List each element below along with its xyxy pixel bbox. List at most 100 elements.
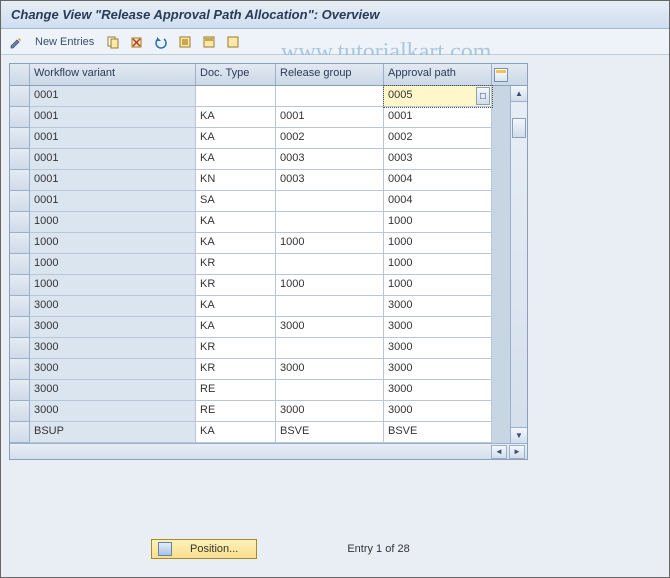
select-block-icon[interactable]: [200, 33, 218, 51]
row-selector[interactable]: [10, 317, 30, 338]
cell-release-group[interactable]: 0003: [276, 149, 384, 170]
cell-release-group[interactable]: BSVE: [276, 422, 384, 443]
cell-doc-type[interactable]: KR: [196, 275, 276, 296]
cell-workflow-variant[interactable]: 0001: [30, 170, 196, 191]
row-selector[interactable]: [10, 254, 30, 275]
cell-approval-path[interactable]: 1000: [384, 254, 492, 275]
cell-workflow-variant[interactable]: 0001: [30, 149, 196, 170]
cell-workflow-variant[interactable]: 3000: [30, 317, 196, 338]
row-selector[interactable]: [10, 170, 30, 191]
cell-approval-path[interactable]: 1000: [384, 233, 492, 254]
col-header-approval-path[interactable]: Approval path: [384, 64, 492, 85]
cell-release-group[interactable]: [276, 338, 384, 359]
cell-approval-path[interactable]: 3000: [384, 317, 492, 338]
row-selector[interactable]: [10, 107, 30, 128]
cell-release-group[interactable]: [276, 380, 384, 401]
cell-release-group[interactable]: 0003: [276, 170, 384, 191]
cell-workflow-variant[interactable]: 3000: [30, 401, 196, 422]
cell-doc-type[interactable]: KA: [196, 317, 276, 338]
position-button[interactable]: Position...: [151, 539, 257, 559]
cell-doc-type[interactable]: RE: [196, 401, 276, 422]
scroll-down-button[interactable]: ▼: [511, 427, 527, 443]
cell-doc-type[interactable]: KA: [196, 128, 276, 149]
cell-approval-path[interactable]: 3000: [384, 401, 492, 422]
row-selector[interactable]: [10, 233, 30, 254]
col-header-doc-type[interactable]: Doc. Type: [196, 64, 276, 85]
cell-release-group[interactable]: [276, 296, 384, 317]
cell-doc-type[interactable]: KA: [196, 107, 276, 128]
row-selector[interactable]: [10, 296, 30, 317]
scroll-up-button[interactable]: ▲: [511, 86, 527, 102]
row-selector[interactable]: [10, 191, 30, 212]
cell-doc-type[interactable]: [196, 86, 276, 107]
cell-release-group[interactable]: 3000: [276, 359, 384, 380]
configure-columns-button[interactable]: [492, 64, 509, 85]
row-selector[interactable]: [10, 149, 30, 170]
cell-approval-path[interactable]: BSVE: [384, 422, 492, 443]
cell-approval-path[interactable]: 0005☐: [384, 86, 492, 107]
cell-doc-type[interactable]: KR: [196, 254, 276, 275]
cell-approval-path[interactable]: 0002: [384, 128, 492, 149]
row-selector[interactable]: [10, 422, 30, 443]
cell-doc-type[interactable]: KA: [196, 422, 276, 443]
cell-workflow-variant[interactable]: 0001: [30, 86, 196, 107]
cell-release-group[interactable]: 0001: [276, 107, 384, 128]
cell-workflow-variant[interactable]: 1000: [30, 212, 196, 233]
copy-as-icon[interactable]: [104, 33, 122, 51]
row-selector[interactable]: [10, 359, 30, 380]
undo-icon[interactable]: [152, 33, 170, 51]
cell-workflow-variant[interactable]: 1000: [30, 275, 196, 296]
cell-workflow-variant[interactable]: 0001: [30, 128, 196, 149]
cell-approval-path[interactable]: 3000: [384, 380, 492, 401]
row-selector[interactable]: [10, 338, 30, 359]
scroll-left-button[interactable]: ◄: [491, 445, 507, 459]
cell-doc-type[interactable]: KR: [196, 338, 276, 359]
cell-release-group[interactable]: 3000: [276, 317, 384, 338]
cell-release-group[interactable]: 3000: [276, 401, 384, 422]
cell-doc-type[interactable]: KA: [196, 233, 276, 254]
cell-doc-type[interactable]: RE: [196, 380, 276, 401]
delete-icon[interactable]: [128, 33, 146, 51]
cell-doc-type[interactable]: KN: [196, 170, 276, 191]
cell-approval-path[interactable]: 3000: [384, 359, 492, 380]
col-header-release-group[interactable]: Release group: [276, 64, 384, 85]
cell-approval-path[interactable]: 3000: [384, 296, 492, 317]
deselect-all-icon[interactable]: [224, 33, 242, 51]
row-selector[interactable]: [10, 275, 30, 296]
cell-workflow-variant[interactable]: 0001: [30, 191, 196, 212]
cell-approval-path[interactable]: 0004: [384, 170, 492, 191]
row-selector[interactable]: [10, 128, 30, 149]
row-selector-header[interactable]: [10, 64, 30, 85]
cell-workflow-variant[interactable]: 3000: [30, 380, 196, 401]
scroll-thumb[interactable]: [512, 118, 526, 138]
cell-doc-type[interactable]: SA: [196, 191, 276, 212]
col-header-workflow-variant[interactable]: Workflow variant: [30, 64, 196, 85]
cell-release-group[interactable]: 1000: [276, 275, 384, 296]
row-selector[interactable]: [10, 380, 30, 401]
cell-workflow-variant[interactable]: 3000: [30, 359, 196, 380]
cell-approval-path[interactable]: 3000: [384, 338, 492, 359]
cell-approval-path[interactable]: 1000: [384, 212, 492, 233]
cell-release-group[interactable]: [276, 254, 384, 275]
cell-approval-path[interactable]: 0004: [384, 191, 492, 212]
toggle-display-change-icon[interactable]: [7, 33, 25, 51]
cell-doc-type[interactable]: KA: [196, 296, 276, 317]
scroll-track[interactable]: [511, 102, 527, 427]
new-entries-button[interactable]: New Entries: [31, 36, 98, 48]
value-help-icon[interactable]: ☐: [476, 87, 490, 105]
cell-workflow-variant[interactable]: 3000: [30, 296, 196, 317]
cell-workflow-variant[interactable]: 1000: [30, 233, 196, 254]
cell-doc-type[interactable]: KA: [196, 212, 276, 233]
cell-workflow-variant[interactable]: 1000: [30, 254, 196, 275]
cell-workflow-variant[interactable]: 0001: [30, 107, 196, 128]
scroll-right-button[interactable]: ►: [509, 445, 525, 459]
row-selector[interactable]: [10, 212, 30, 233]
cell-release-group[interactable]: 0002: [276, 128, 384, 149]
cell-doc-type[interactable]: KA: [196, 149, 276, 170]
cell-approval-path[interactable]: 0003: [384, 149, 492, 170]
cell-approval-path[interactable]: 0001: [384, 107, 492, 128]
row-selector[interactable]: [10, 401, 30, 422]
select-all-icon[interactable]: [176, 33, 194, 51]
cell-workflow-variant[interactable]: BSUP: [30, 422, 196, 443]
cell-release-group[interactable]: [276, 191, 384, 212]
